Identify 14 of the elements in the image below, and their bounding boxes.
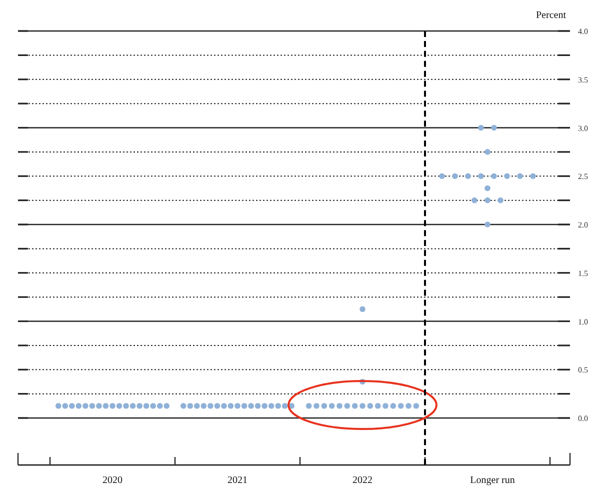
- axis-label: 0.5: [578, 366, 588, 375]
- axis-label: 2020: [102, 475, 122, 486]
- axis-label: 2.5: [578, 172, 588, 182]
- axis-label: 3.5: [578, 75, 588, 84]
- axis-label: 4.0: [578, 27, 588, 36]
- axis-label: Longer run: [470, 475, 515, 486]
- axis-label: 2.0: [578, 220, 588, 230]
- axis-label: 2022: [352, 475, 372, 486]
- axis-label: 3.0: [578, 124, 588, 133]
- axis-label: 1.5: [578, 268, 588, 278]
- axis-title: Percent: [536, 10, 566, 21]
- axis-label: 0.0: [578, 414, 588, 423]
- axis-label: 2021: [228, 475, 248, 486]
- axis-label: 1.0: [578, 317, 588, 326]
